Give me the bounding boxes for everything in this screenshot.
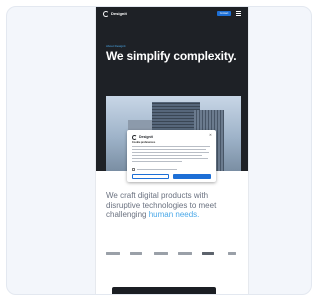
client-logo [154,252,168,255]
hero-eyebrow: About Designit [106,44,126,48]
client-logos-row [106,252,241,258]
checkbox-label-line [137,168,177,170]
brand-name: Designit [111,11,127,16]
brand-mark-icon [132,134,137,140]
dialog-text-line [132,152,209,154]
cookie-consent-dialog: Designit ✕ Cookie preferences [127,130,216,182]
preview-card: Designit Contact About Designit We simpl… [6,6,312,295]
dialog-text-line [132,146,210,148]
brand-mark-icon [103,11,109,17]
close-icon[interactable]: ✕ [209,133,212,137]
client-logo [130,252,142,255]
consent-checkbox[interactable] [132,168,135,171]
cookie-settings-button[interactable] [132,174,169,179]
hero-headline: We simplify complexity. [106,49,237,63]
brand-logo[interactable]: Designit [103,10,127,18]
intro-text: We craft digital products with disruptiv… [106,191,244,220]
mobile-page-preview[interactable]: Designit Contact About Designit We simpl… [96,7,248,294]
client-logo [106,252,120,255]
dark-teaser-block [112,287,216,294]
dialog-brand-logo: Designit [132,134,153,140]
contact-button[interactable]: Contact [217,11,231,16]
dialog-text-line [132,149,206,151]
dialog-text-line [132,158,208,160]
dialog-text-line [132,155,202,157]
intro-text-highlight: human needs. [148,210,200,220]
accept-cookies-button[interactable] [173,174,211,179]
dialog-text-line [132,161,182,163]
dialog-heading: Cookie preferences [132,141,156,144]
client-logo [178,252,192,255]
top-nav: Designit Contact [96,7,248,22]
dialog-brand-name: Designit [139,135,153,139]
client-logo [202,252,214,255]
hamburger-icon[interactable] [236,11,241,16]
client-logo [228,252,236,255]
